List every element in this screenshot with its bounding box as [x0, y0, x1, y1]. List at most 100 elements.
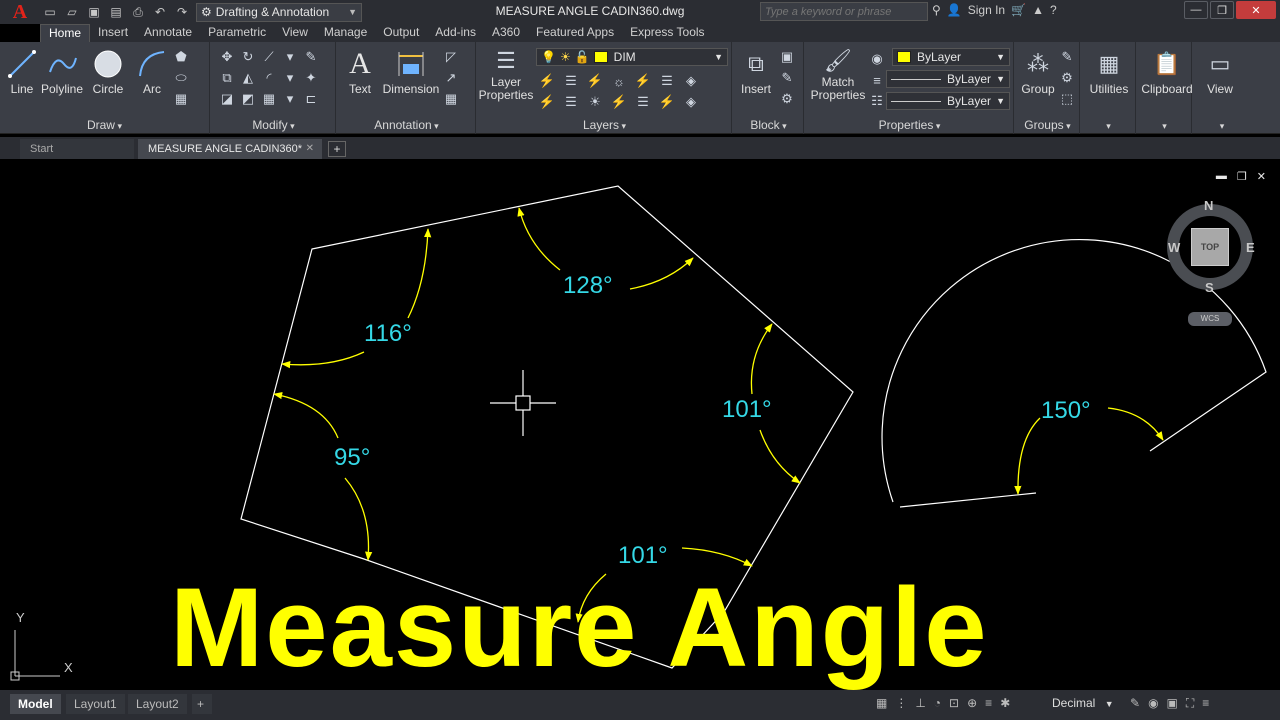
trim-icon[interactable]: ⟋ — [260, 48, 278, 66]
compass-east[interactable]: E — [1246, 240, 1255, 255]
ungroup-icon[interactable]: ✎ — [1058, 48, 1076, 66]
draw-panel-title[interactable]: Draw — [0, 118, 209, 132]
utilities-expander[interactable] — [1082, 118, 1135, 132]
tab-output[interactable]: Output — [375, 24, 427, 42]
layer-tool-icon[interactable]: ⚡ — [586, 72, 604, 90]
annotation-scale-icon[interactable]: ✱ — [1000, 696, 1010, 710]
layer-tool-icon[interactable]: ☼ — [610, 72, 628, 90]
clean-screen-icon[interactable]: ⛶ — [1186, 696, 1194, 711]
save-icon[interactable]: ▣ — [84, 3, 104, 21]
tab-view[interactable]: View — [274, 24, 316, 42]
layer-tool-icon[interactable]: ☰ — [658, 72, 676, 90]
scale-icon[interactable]: ◩ — [239, 90, 257, 108]
dropdown-arrow-icon[interactable]: ▾ — [281, 90, 299, 108]
viewcube[interactable]: N W E S TOP WCS — [1164, 198, 1255, 328]
clipboard-expander[interactable] — [1138, 118, 1191, 132]
layout2-tab[interactable]: Layout2 — [128, 694, 187, 714]
line-button[interactable]: Line — [0, 46, 44, 96]
close-icon[interactable]: ✕ — [306, 139, 314, 159]
close-icon[interactable]: ✕ — [1236, 1, 1276, 19]
customization-icon[interactable]: ≡ — [1202, 696, 1209, 711]
group-edit-icon[interactable]: ⚙ — [1058, 69, 1076, 87]
start-tab[interactable]: Start — [20, 139, 134, 159]
restore-icon[interactable]: ❐ — [1210, 1, 1234, 19]
layer-tool-icon[interactable]: ⚡ — [538, 72, 556, 90]
layer-tool-icon[interactable]: ◈ — [682, 93, 700, 111]
mirror-icon[interactable]: ◭ — [239, 69, 257, 87]
tab-express-tools[interactable]: Express Tools — [622, 24, 712, 42]
open-icon[interactable]: ▱ — [62, 3, 82, 21]
layers-panel-title[interactable]: Layers — [478, 118, 731, 132]
autodesk-icon[interactable]: ▲ — [1032, 3, 1044, 17]
multileader-icon[interactable]: ↗ — [442, 69, 460, 87]
search-input[interactable] — [760, 2, 928, 21]
table-icon[interactable]: ▦ — [442, 90, 460, 108]
explode-icon[interactable]: ✦ — [302, 69, 320, 87]
layer-dropdown[interactable]: 💡 ☀ 🔓 DIM ▼ — [536, 48, 728, 66]
tab-add-ins[interactable]: Add-ins — [427, 24, 484, 42]
view-expander[interactable] — [1194, 118, 1250, 132]
undo-icon[interactable]: ↶ — [150, 3, 170, 21]
dimension-button[interactable]: Dimension — [382, 46, 440, 96]
save-as-icon[interactable]: ▤ — [106, 3, 126, 21]
tab-insert[interactable]: Insert — [90, 24, 136, 42]
properties-panel-title[interactable]: Properties — [806, 118, 1013, 132]
tab-home[interactable]: Home — [40, 24, 91, 42]
drawing-canvas[interactable]: ▬ ❐ ✕ 128° 116° 101° 95° 101° 150° Y X N… — [0, 162, 1280, 690]
copy-icon[interactable]: ⧉ — [218, 69, 236, 87]
workspace-dropdown[interactable]: ⚙ Drafting & Annotation ▼ — [196, 2, 362, 22]
lineweight-icon[interactable]: ≡ — [985, 696, 992, 710]
arc-button[interactable]: Arc — [130, 46, 174, 96]
layer-tool-icon[interactable]: ☀ — [586, 93, 604, 111]
sign-in-link[interactable]: Sign In — [968, 3, 1005, 17]
viewcube-top-face[interactable]: TOP — [1191, 228, 1229, 266]
application-menu-logo[interactable]: A — [0, 0, 40, 24]
color-dropdown[interactable]: ByLayer ▼ — [892, 48, 1010, 66]
attribute-icon[interactable]: ⚙ — [778, 90, 796, 108]
match-properties-button[interactable]: 🖌 Match Properties — [810, 46, 866, 102]
block-panel-title[interactable]: Block — [734, 118, 803, 132]
ellipse-icon[interactable]: ⬭ — [172, 69, 190, 87]
insert-button[interactable]: ⧉ Insert — [734, 46, 778, 96]
cart-icon[interactable]: 🛒 — [1011, 3, 1026, 17]
new-icon[interactable]: ▭ — [40, 3, 60, 21]
stretch-icon[interactable]: ◪ — [218, 90, 236, 108]
clipboard-button[interactable]: 📋 Clipboard — [1140, 46, 1194, 96]
erase-icon[interactable]: ✎ — [302, 48, 320, 66]
wcs-menu[interactable]: WCS — [1188, 312, 1232, 326]
tab-featured-apps[interactable]: Featured Apps — [528, 24, 622, 42]
tab-manage[interactable]: Manage — [316, 24, 375, 42]
lineweight-icon[interactable]: ≡ — [868, 71, 886, 89]
new-tab-button[interactable]: + — [328, 141, 346, 157]
layer-tool-icon[interactable]: ☰ — [562, 72, 580, 90]
layer-tool-icon[interactable]: ☰ — [634, 93, 652, 111]
text-button[interactable]: A Text — [338, 46, 382, 96]
add-layout-button[interactable]: + — [192, 694, 212, 714]
layer-tool-icon[interactable]: ⚡ — [634, 72, 652, 90]
drawing-tab[interactable]: MEASURE ANGLE CADIN360* ✕ — [138, 139, 322, 159]
move-icon[interactable]: ✥ — [218, 48, 236, 66]
layer-tool-icon[interactable]: ☰ — [562, 93, 580, 111]
rotate-icon[interactable]: ↻ — [239, 48, 257, 66]
leader-icon[interactable]: ◸ — [442, 48, 460, 66]
edit-block-icon[interactable]: ✎ — [778, 69, 796, 87]
help-button[interactable]: ? — [1050, 3, 1057, 17]
group-button[interactable]: ⁂ Group — [1016, 46, 1060, 96]
tab-a360[interactable]: A360 — [484, 24, 528, 42]
groups-panel-title[interactable]: Groups — [1016, 118, 1079, 132]
osnap-icon[interactable]: ⊡ — [949, 696, 959, 710]
tab-parametric[interactable]: Parametric — [200, 24, 274, 42]
group-select-icon[interactable]: ⬚ — [1058, 90, 1076, 108]
layer-properties-button[interactable]: ☰ Layer Properties — [478, 46, 534, 102]
hardware-acceleration-icon[interactable]: ▣ — [1167, 696, 1178, 711]
isolate-icon[interactable]: ◉ — [1148, 696, 1158, 711]
print-icon[interactable]: ⎙ — [128, 3, 148, 21]
utilities-button[interactable]: ▦ Utilities — [1084, 46, 1134, 96]
polar-icon[interactable]: ◔ — [934, 696, 941, 710]
linetype-dropdown[interactable]: ByLayer ▼ — [886, 70, 1010, 88]
minimize-icon[interactable]: — — [1184, 1, 1208, 19]
otrack-icon[interactable]: ⊕ — [967, 696, 977, 710]
units-dropdown[interactable]: Decimal ▼ — [1052, 696, 1120, 710]
layer-tool-icon[interactable]: ⚡ — [538, 93, 556, 111]
compass-north[interactable]: N — [1204, 198, 1213, 213]
